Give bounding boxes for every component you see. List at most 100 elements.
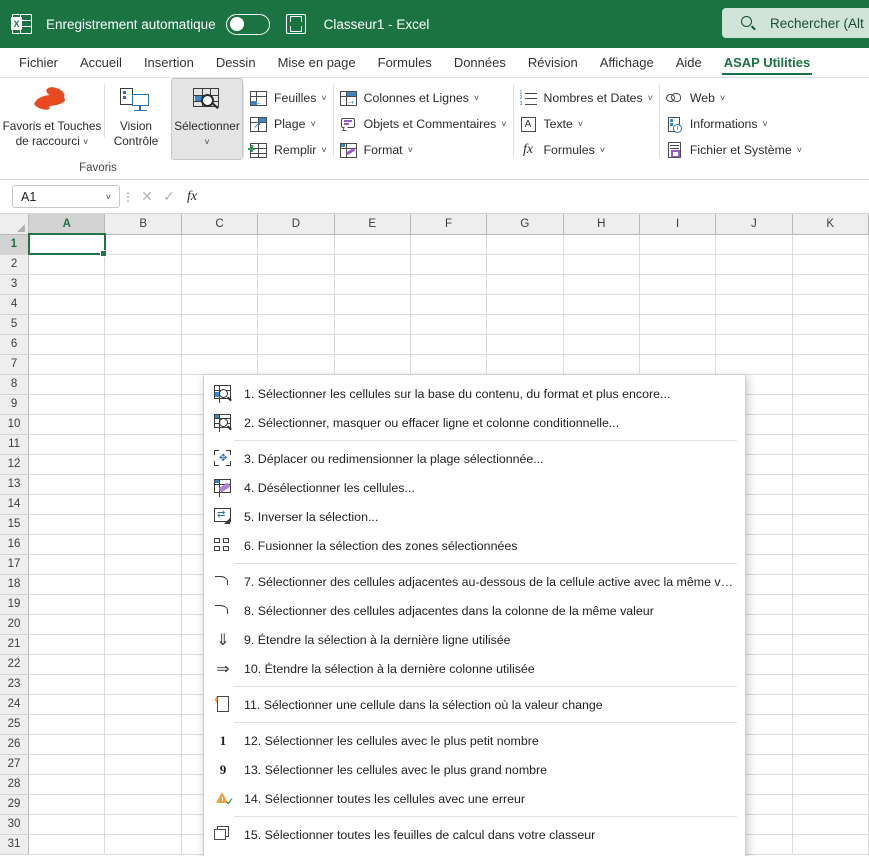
cell-H5[interactable]: [563, 314, 640, 335]
cell-K20[interactable]: [792, 614, 869, 635]
row-header-25[interactable]: 25: [0, 714, 30, 735]
cell-K28[interactable]: [792, 774, 869, 795]
cell-A11[interactable]: [28, 434, 106, 455]
menu-item-12[interactable]: 1 12. Sélectionner les cellules avec le …: [204, 726, 745, 755]
cell-K2[interactable]: [792, 254, 869, 275]
cell-F1[interactable]: [410, 234, 488, 255]
cell-D7[interactable]: [257, 354, 335, 375]
cell-F2[interactable]: [410, 254, 488, 275]
cell-A17[interactable]: [28, 554, 106, 575]
autosave-toggle[interactable]: [225, 13, 270, 35]
cell-B24[interactable]: [104, 694, 182, 715]
row-header-11[interactable]: 11: [0, 434, 30, 455]
cell-E1[interactable]: [334, 234, 411, 255]
column-header-K[interactable]: K: [792, 214, 869, 235]
row-header-6[interactable]: 6: [0, 334, 30, 355]
active-cell[interactable]: [27, 233, 107, 256]
menu-item-5[interactable]: ⇄ ◢ 5. Inverser la sélection...: [204, 502, 745, 531]
row-header-5[interactable]: 5: [0, 314, 30, 335]
texte-button[interactable]: A Texte ˅: [514, 111, 659, 137]
cell-F7[interactable]: [410, 354, 488, 375]
cell-A23[interactable]: [28, 674, 106, 695]
cell-D2[interactable]: [257, 254, 335, 275]
cell-K8[interactable]: [792, 374, 869, 395]
tab-mise-en-page[interactable]: Mise en page: [267, 53, 367, 77]
cell-E6[interactable]: [334, 334, 411, 355]
row-header-23[interactable]: 23: [0, 674, 30, 695]
cell-B27[interactable]: [104, 754, 182, 775]
colonnes-lignes-button[interactable]: → Colonnes et Lignes ˅: [334, 85, 513, 111]
cell-B22[interactable]: [104, 654, 182, 675]
cell-D4[interactable]: [257, 294, 335, 315]
cell-K25[interactable]: [792, 714, 869, 735]
cell-B2[interactable]: [104, 254, 182, 275]
cell-E3[interactable]: [334, 274, 411, 295]
cell-E2[interactable]: [334, 254, 411, 275]
tab-formules[interactable]: Formules: [367, 53, 443, 77]
cell-K19[interactable]: [792, 594, 869, 615]
web-button[interactable]: Web ˅: [660, 85, 808, 111]
cell-G7[interactable]: [486, 354, 564, 375]
cell-K7[interactable]: [792, 354, 869, 375]
cell-I2[interactable]: [639, 254, 717, 275]
tab-aide[interactable]: Aide: [665, 53, 713, 77]
row-header-14[interactable]: 14: [0, 494, 30, 515]
row-header-10[interactable]: 10: [0, 414, 30, 435]
cell-I1[interactable]: [639, 234, 717, 255]
cell-D5[interactable]: [257, 314, 335, 335]
column-header-B[interactable]: B: [104, 214, 182, 235]
check-icon[interactable]: ✓: [158, 188, 180, 205]
cell-A7[interactable]: [28, 354, 106, 375]
row-header-16[interactable]: 16: [0, 534, 30, 555]
cell-K10[interactable]: [792, 414, 869, 435]
cell-J5[interactable]: [715, 314, 793, 335]
formula-input[interactable]: [204, 185, 865, 208]
cell-K18[interactable]: [792, 574, 869, 595]
cell-G3[interactable]: [486, 274, 564, 295]
menu-item-15[interactable]: 15. Sélectionner toutes les feuilles de …: [204, 820, 745, 849]
select-all-corner[interactable]: [0, 214, 30, 235]
cell-K13[interactable]: [792, 474, 869, 495]
cell-J7[interactable]: [715, 354, 793, 375]
menu-item-8[interactable]: 8. Sélectionner des cellules adjacentes …: [204, 596, 745, 625]
cell-E7[interactable]: [334, 354, 411, 375]
cell-K4[interactable]: [792, 294, 869, 315]
cell-C5[interactable]: [181, 314, 259, 335]
cell-B25[interactable]: [104, 714, 182, 735]
cell-H1[interactable]: [563, 234, 640, 255]
cell-A3[interactable]: [28, 274, 106, 295]
cell-G5[interactable]: [486, 314, 564, 335]
menu-item-10[interactable]: ⇒ 10. Étendre la sélection à la dernière…: [204, 654, 745, 683]
cell-J3[interactable]: [715, 274, 793, 295]
cell-A27[interactable]: [28, 754, 106, 775]
favoris-shortcuts-button[interactable]: Favoris et Touches de raccourci ˅: [0, 78, 104, 148]
column-header-F[interactable]: F: [410, 214, 488, 235]
formules-button[interactable]: fx Formules ˅: [514, 137, 659, 163]
row-header-31[interactable]: 31: [0, 834, 30, 855]
cell-B11[interactable]: [104, 434, 182, 455]
cell-A10[interactable]: [28, 414, 106, 435]
cell-B29[interactable]: [104, 794, 182, 815]
column-header-J[interactable]: J: [715, 214, 793, 235]
column-header-E[interactable]: E: [334, 214, 411, 235]
cell-G2[interactable]: [486, 254, 564, 275]
cell-B10[interactable]: [104, 414, 182, 435]
row-header-15[interactable]: 15: [0, 514, 30, 535]
cell-K23[interactable]: [792, 674, 869, 695]
save-icon[interactable]: [285, 14, 306, 34]
cell-G4[interactable]: [486, 294, 564, 315]
row-header-21[interactable]: 21: [0, 634, 30, 655]
row-header-24[interactable]: 24: [0, 694, 30, 715]
tab-affichage[interactable]: Affichage: [589, 53, 665, 77]
row-header-3[interactable]: 3: [0, 274, 30, 295]
row-header-27[interactable]: 27: [0, 754, 30, 775]
close-icon[interactable]: ✕: [136, 188, 158, 205]
cell-K15[interactable]: [792, 514, 869, 535]
cell-I4[interactable]: [639, 294, 717, 315]
row-header-18[interactable]: 18: [0, 574, 30, 595]
cell-A31[interactable]: [28, 834, 106, 855]
cell-K17[interactable]: [792, 554, 869, 575]
cell-C3[interactable]: [181, 274, 259, 295]
cell-B15[interactable]: [104, 514, 182, 535]
cell-B4[interactable]: [104, 294, 182, 315]
